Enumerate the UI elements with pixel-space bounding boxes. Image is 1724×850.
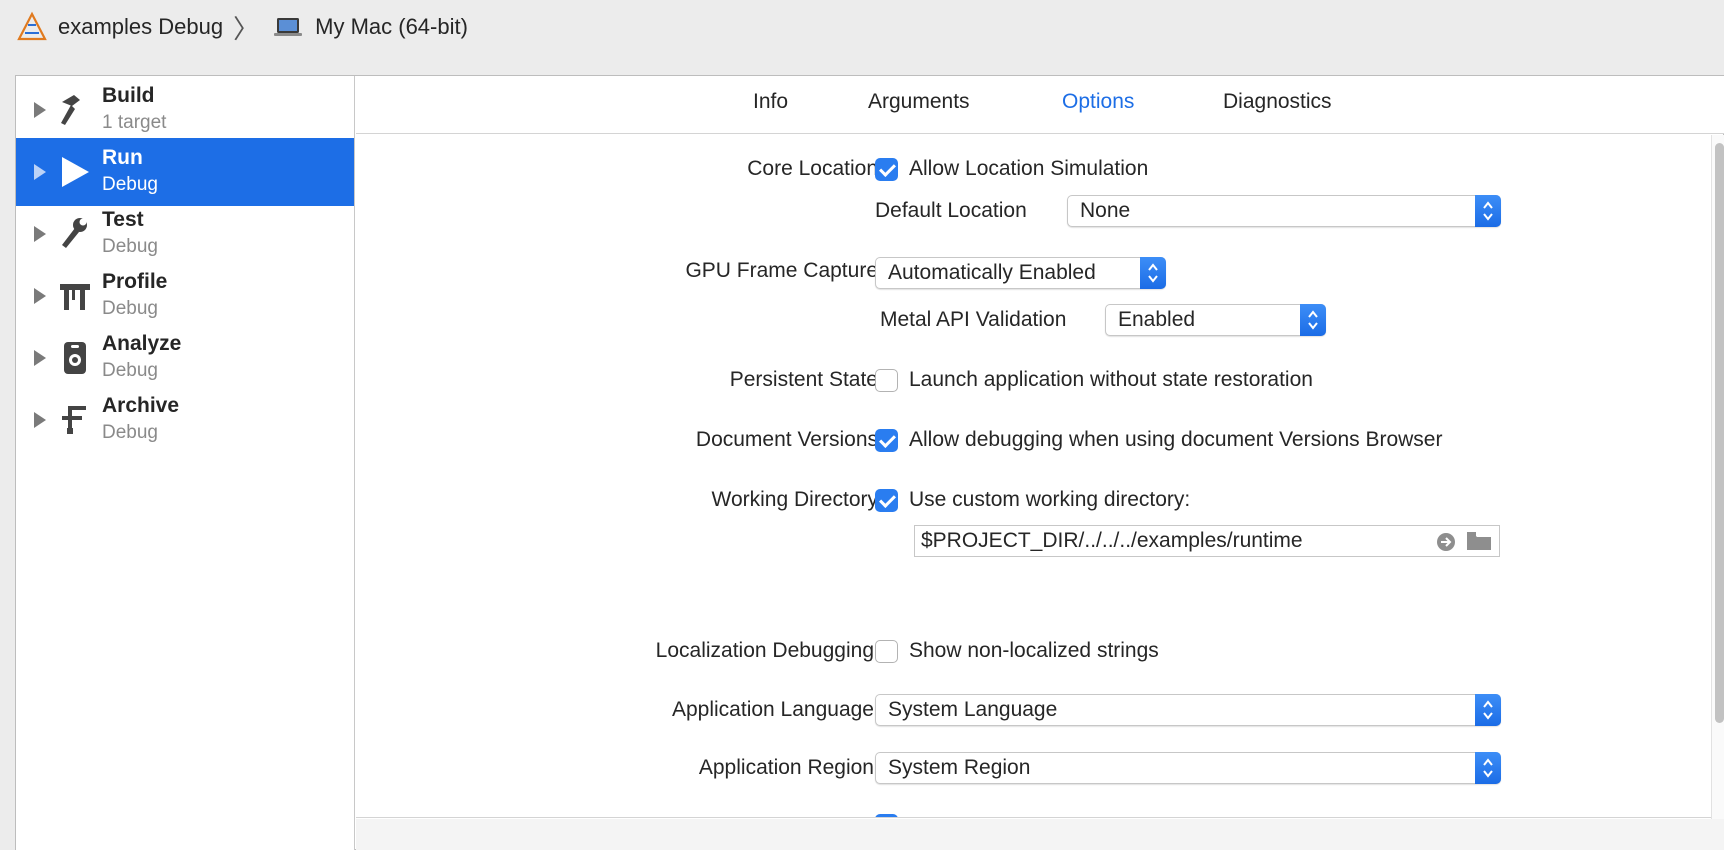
allow-location-simulation-checkbox[interactable]: [875, 158, 898, 181]
play-icon: [58, 151, 92, 193]
application-language-value: System Language: [888, 698, 1058, 721]
sidebar-item-title: Test: [102, 208, 144, 231]
application-region-popup[interactable]: System Region: [875, 752, 1501, 784]
analyze-icon: [58, 337, 92, 379]
default-location-value: None: [1080, 199, 1131, 222]
show-non-localized-strings-checkbox[interactable]: [875, 640, 898, 663]
gpu-frame-capture-label: GPU Frame Capture: [685, 259, 878, 282]
allow-debugging-versions-label: Allow debugging when using document Vers…: [909, 428, 1443, 451]
sidebar-item-test[interactable]: Test Debug: [16, 200, 354, 268]
application-language-label: Application Language: [671, 698, 874, 721]
launch-without-state-restoration-checkbox[interactable]: [875, 369, 898, 392]
next-option-checkbox[interactable]: [875, 814, 898, 817]
disclosure-triangle-icon[interactable]: [34, 164, 46, 180]
working-directory-path: $PROJECT_DIR/../../../examples/runtime: [921, 529, 1303, 552]
show-non-localized-strings-label: Show non-localized strings: [909, 639, 1159, 662]
sidebar-item-title: Run: [102, 146, 143, 169]
options-panel: Core Location Allow Location Simulation …: [356, 135, 1711, 818]
sidebar-item-run[interactable]: Run Debug: [16, 138, 354, 206]
reveal-arrow-icon[interactable]: [1435, 532, 1457, 552]
scheme-breadcrumb: examples Debug 〉 My Mac (64-bit): [0, 0, 1724, 54]
sidebar-item-title: Build: [102, 84, 155, 107]
laptop-icon: [274, 18, 303, 36]
gpu-frame-capture-value: Automatically Enabled: [888, 261, 1096, 284]
metal-api-validation-popup[interactable]: Enabled: [1105, 304, 1326, 336]
working-directory-path-field[interactable]: $PROJECT_DIR/../../../examples/runtime: [914, 525, 1500, 557]
popup-arrows-icon: [1475, 752, 1501, 784]
sidebar-item-build[interactable]: Build 1 target: [16, 76, 354, 144]
sidebar-item-title: Analyze: [102, 332, 182, 355]
tab-arguments[interactable]: Arguments: [868, 90, 970, 114]
sidebar-item-title: Profile: [102, 270, 168, 293]
popup-arrows-icon: [1300, 304, 1326, 336]
persistent-state-label: Persistent State: [729, 368, 878, 391]
disclosure-triangle-icon[interactable]: [34, 226, 46, 242]
core-location-label: Core Location: [747, 157, 878, 180]
popup-arrows-icon: [1140, 257, 1166, 289]
scrollbar-thumb[interactable]: [1715, 143, 1724, 723]
scheme-name[interactable]: examples Debug: [58, 14, 223, 40]
popup-arrows-icon: [1475, 195, 1501, 227]
disclosure-triangle-icon[interactable]: [34, 102, 46, 118]
tab-info[interactable]: Info: [753, 90, 788, 114]
metal-api-validation-label: Metal API Validation: [880, 308, 1067, 331]
scheme-tab-bar: Info Arguments Options Diagnostics: [356, 76, 1724, 134]
sidebar-item-subtitle: Debug: [102, 298, 158, 319]
document-versions-label: Document Versions: [695, 428, 878, 451]
wrench-icon: [58, 213, 92, 255]
gpu-frame-capture-popup[interactable]: Automatically Enabled: [875, 257, 1166, 289]
default-location-label: Default Location: [875, 199, 1027, 222]
sidebar-item-profile[interactable]: Profile Debug: [16, 262, 354, 330]
tab-options[interactable]: Options: [1062, 90, 1134, 114]
localization-debugging-label: Localization Debugging: [655, 639, 874, 662]
metal-api-validation-value: Enabled: [1118, 308, 1196, 331]
scheme-editor-window: Build 1 target Run Debug Test Debug Prof…: [15, 75, 1724, 850]
sidebar-item-subtitle: Debug: [102, 422, 158, 443]
default-location-popup[interactable]: None: [1067, 195, 1501, 227]
destination-name[interactable]: My Mac (64-bit): [315, 14, 468, 40]
scheme-action-sidebar: Build 1 target Run Debug Test Debug Prof…: [16, 76, 355, 850]
disclosure-triangle-icon[interactable]: [34, 350, 46, 366]
sidebar-item-subtitle: Debug: [102, 236, 158, 257]
sidebar-item-archive[interactable]: Archive Debug: [16, 386, 354, 454]
sidebar-item-subtitle: 1 target: [102, 112, 167, 133]
breadcrumb-separator-icon: 〉: [233, 13, 260, 44]
disclosure-triangle-icon[interactable]: [34, 412, 46, 428]
working-directory-label: Working Directory: [711, 488, 878, 511]
sidebar-item-subtitle: Debug: [102, 174, 158, 195]
folder-icon[interactable]: [1466, 531, 1492, 551]
allow-location-simulation-label: Allow Location Simulation: [909, 157, 1149, 180]
application-region-value: System Region: [888, 756, 1031, 779]
tab-diagnostics[interactable]: Diagnostics: [1223, 90, 1332, 114]
archive-icon: [58, 399, 92, 441]
disclosure-triangle-icon[interactable]: [34, 288, 46, 304]
application-language-popup[interactable]: System Language: [875, 694, 1501, 726]
instruments-icon: [58, 275, 92, 317]
allow-debugging-versions-checkbox[interactable]: [875, 429, 898, 452]
sidebar-item-subtitle: Debug: [102, 360, 158, 381]
sidebar-item-title: Archive: [102, 394, 180, 417]
vertical-scrollbar[interactable]: [1711, 135, 1724, 819]
xcode-app-icon: [17, 11, 47, 41]
custom-working-directory-label: Use custom working directory:: [909, 488, 1191, 511]
application-region-label: Application Region: [698, 756, 874, 779]
custom-working-directory-checkbox[interactable]: [875, 489, 898, 512]
hammer-icon: [58, 89, 92, 131]
launch-without-state-restoration-label: Launch application without state restora…: [909, 368, 1313, 391]
popup-arrows-icon: [1475, 694, 1501, 726]
panel-footer: [356, 819, 1724, 850]
sidebar-item-analyze[interactable]: Analyze Debug: [16, 324, 354, 392]
